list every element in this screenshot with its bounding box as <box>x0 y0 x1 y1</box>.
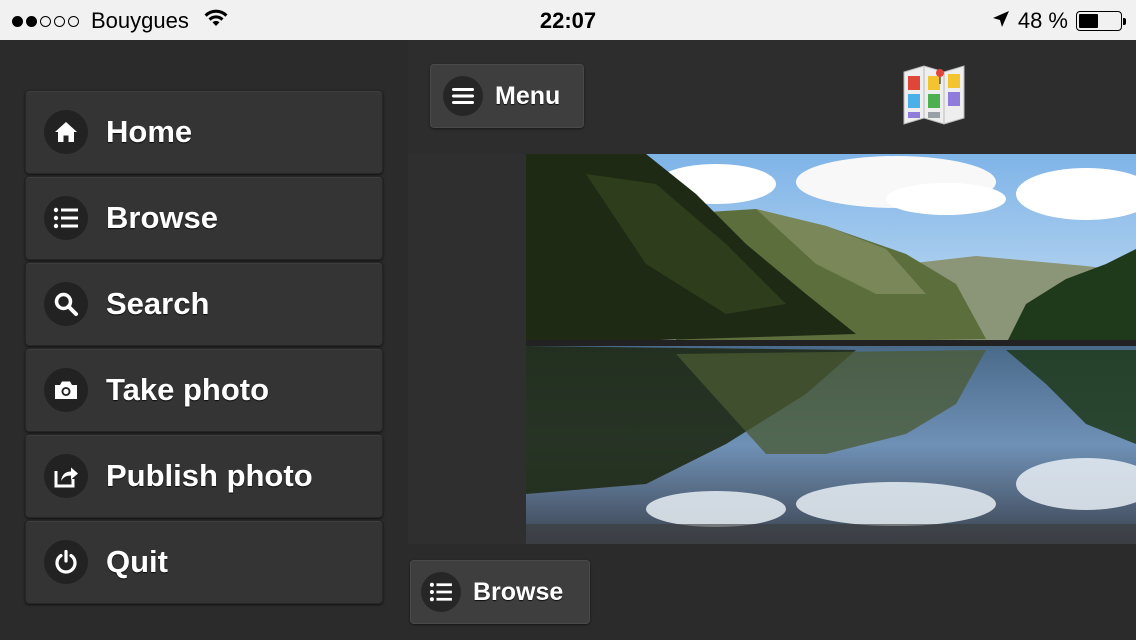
lake-landscape-image <box>526 154 1136 544</box>
battery-percent: 48 % <box>1017 8 1068 33</box>
status-bar: Bouygues 22:07 48 % <box>0 0 1136 40</box>
footer-bar: Browse <box>408 544 1136 640</box>
side-menu-item-take-photo[interactable]: Take photo <box>25 348 383 432</box>
side-menu-item-label: Search <box>106 286 210 321</box>
side-menu-item-quit[interactable]: Quit <box>25 520 383 604</box>
share-icon <box>44 454 88 498</box>
side-menu-item-publish-photo[interactable]: Publish photo <box>25 434 383 518</box>
header-bar: Menu <box>408 40 1136 154</box>
browse-button[interactable]: Browse <box>410 560 590 624</box>
map-logo-icon[interactable] <box>902 64 966 126</box>
list-icon <box>421 572 461 612</box>
home-icon <box>44 110 88 154</box>
hamburger-icon <box>443 76 483 116</box>
side-menu: Home Browse Search Take photo Publish ph… <box>0 40 408 640</box>
side-menu-item-label: Publish photo <box>106 458 313 493</box>
side-menu-item-label: Browse <box>106 200 218 235</box>
search-icon <box>44 282 88 326</box>
power-icon <box>44 540 88 584</box>
main-panel: Menu Browse <box>408 40 1136 640</box>
side-menu-item-label: Quit <box>106 544 168 579</box>
browse-button-label: Browse <box>473 577 564 606</box>
menu-button-label: Menu <box>495 81 561 110</box>
side-menu-item-label: Take photo <box>106 372 270 407</box>
side-menu-item-browse[interactable]: Browse <box>25 176 383 260</box>
menu-button[interactable]: Menu <box>430 64 584 128</box>
status-time: 22:07 <box>539 8 597 33</box>
featured-photo[interactable] <box>526 154 1136 544</box>
battery-icon <box>1076 11 1126 31</box>
status-right: 48 % <box>992 8 1126 34</box>
side-menu-item-label: Home <box>106 114 193 149</box>
battery-fill <box>1079 14 1099 28</box>
camera-icon <box>44 368 88 412</box>
list-icon <box>44 196 88 240</box>
side-menu-item-home[interactable]: Home <box>25 90 383 174</box>
side-menu-item-search[interactable]: Search <box>25 262 383 346</box>
location-arrow-icon <box>992 8 1010 34</box>
